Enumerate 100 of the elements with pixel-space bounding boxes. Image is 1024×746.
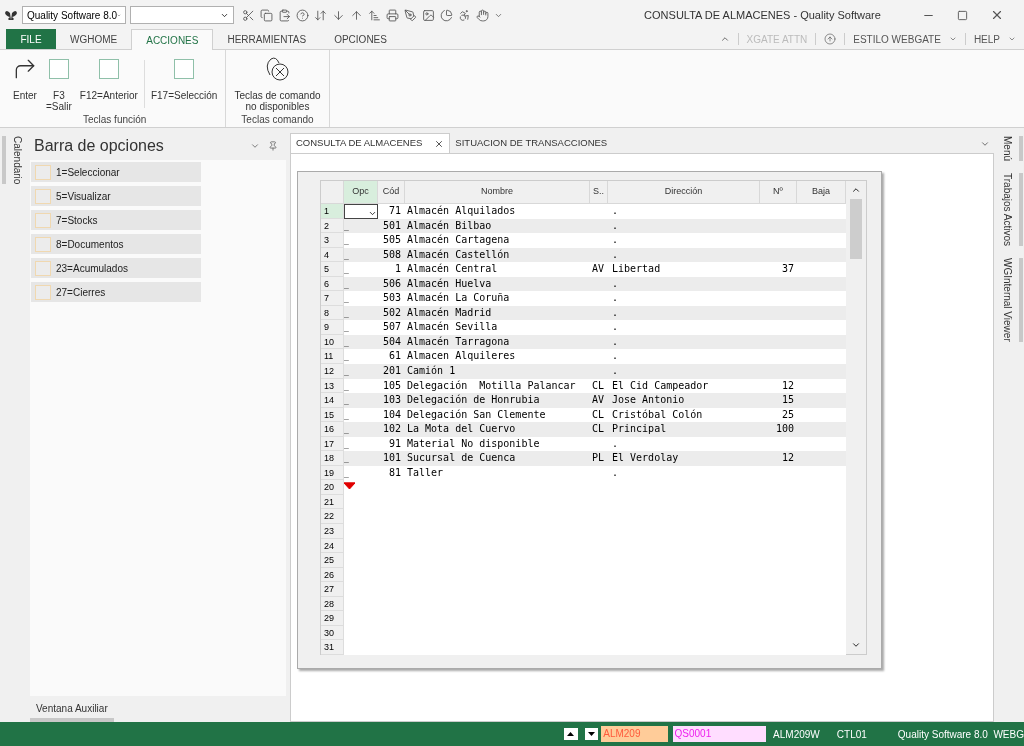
app-combo[interactable]: Quality Software 8.0 — [22, 6, 126, 24]
upload-icon[interactable] — [824, 33, 837, 45]
butterfly-logo-icon — [4, 8, 18, 22]
row-number: 29 — [321, 611, 344, 626]
table-cell-text: CL — [591, 407, 606, 422]
column-header[interactable]: Baja — [797, 181, 846, 204]
ribbon-button[interactable]: Enter — [8, 56, 42, 112]
group-label: Teclas comando — [240, 113, 315, 127]
option-button[interactable]: 1=Seleccionar — [31, 162, 201, 182]
ribbon-tab[interactable]: ACCIONES — [131, 29, 214, 50]
image-icon[interactable] — [422, 8, 435, 22]
table-cell-text: . — [611, 204, 620, 218]
paste-icon[interactable] — [278, 8, 291, 22]
scroll-up-button[interactable] — [564, 728, 578, 740]
table-cell-text: El Cid Campeador — [611, 378, 710, 393]
option-input[interactable]: _ — [344, 396, 349, 406]
close-icon[interactable] — [990, 8, 1004, 22]
style-menu[interactable]: ESTILO WEBGATE — [853, 31, 941, 47]
option-button[interactable]: 7=Stocks — [31, 210, 201, 230]
side-tab[interactable]: Menú — [995, 136, 1023, 161]
option-button[interactable]: 23=Acumulados — [31, 258, 201, 278]
option-input[interactable]: _ — [344, 308, 349, 318]
option-input[interactable]: _ — [344, 337, 349, 347]
option-button[interactable]: 8=Documentos — [31, 234, 201, 254]
pin-icon[interactable] — [268, 141, 278, 151]
arrow-up-icon[interactable] — [350, 8, 363, 22]
pie-chart-icon[interactable] — [440, 8, 453, 22]
option-input[interactable]: _ — [344, 279, 349, 289]
option-input[interactable]: _ — [344, 236, 349, 246]
ribbon-tab[interactable]: HERRAMIENTAS — [213, 29, 321, 49]
option-button[interactable]: 27=Cierres — [31, 282, 201, 302]
ribbon-button[interactable]: Teclas de comando no disponibles — [230, 56, 325, 112]
option-input[interactable]: _ — [344, 265, 349, 275]
option-input[interactable]: _ — [344, 468, 349, 478]
file-tab[interactable]: FILE — [6, 29, 56, 49]
side-tab[interactable]: WGInternal Viewer — [995, 258, 1023, 342]
maximize-icon[interactable] — [957, 9, 968, 21]
option-dropdown[interactable] — [344, 204, 378, 219]
help-menu[interactable]: HELP — [973, 31, 1000, 47]
scroll-thumb[interactable] — [850, 199, 862, 259]
ribbon-tab[interactable]: WGHOME — [56, 29, 132, 49]
screen-label: ALM209W — [773, 727, 820, 742]
column-header[interactable]: Cód — [378, 181, 405, 204]
product-label: Quality Software 8.0 WEBG — [897, 727, 1024, 742]
hand-icon[interactable] — [476, 8, 489, 22]
table-cell-text: . — [611, 276, 620, 291]
ribbon-tab[interactable]: OPCIONES — [320, 29, 401, 49]
option-input[interactable]: _ — [344, 323, 349, 333]
ribbon-button[interactable]: F17=Selección — [146, 56, 222, 112]
option-input[interactable]: _ — [344, 367, 349, 376]
option-input[interactable]: _ — [344, 425, 349, 435]
option-input[interactable]: _ — [344, 439, 349, 449]
document-tab[interactable]: SITUACION DE TRANSACCIONES — [450, 133, 613, 153]
option-input[interactable]: _ — [344, 410, 349, 420]
option-input[interactable]: _ — [344, 381, 349, 391]
close-tab-icon[interactable] — [434, 138, 445, 149]
option-input[interactable]: _ — [344, 352, 349, 362]
document-tab[interactable]: CONSULTA DE ALMACENES — [290, 133, 451, 153]
table-cell-text: . — [611, 233, 620, 248]
column-header[interactable]: Nombre — [405, 181, 590, 204]
column-header[interactable]: Nº — [760, 181, 797, 204]
printer-icon[interactable] — [386, 8, 399, 22]
table-cell-text: Almacén Huelva — [406, 276, 493, 291]
option-input[interactable]: _ — [344, 294, 349, 304]
help-icon[interactable] — [296, 8, 309, 22]
panel-title: Barra de opciones — [34, 136, 165, 156]
option-button[interactable]: 5=Visualizar — [31, 186, 201, 206]
table-cell-text: 507 — [381, 320, 402, 335]
option-input[interactable]: _ — [344, 221, 349, 231]
table-cell-text: Almacén Castellón — [406, 247, 511, 262]
table-cell-text: Almacén Cartagena — [406, 233, 511, 248]
scissors-icon[interactable] — [242, 8, 255, 22]
copy-icon[interactable] — [260, 8, 273, 22]
scroll-down-button[interactable] — [584, 728, 599, 740]
ribbon-button[interactable]: F3 =Salir — [42, 56, 76, 112]
column-header[interactable]: Opc — [344, 181, 378, 204]
scroll-up-icon[interactable] — [851, 185, 861, 195]
arrow-down-icon[interactable] — [332, 8, 345, 22]
person-icon[interactable] — [458, 8, 471, 22]
table-cell-text: Taller — [406, 465, 445, 480]
collapse-icon[interactable] — [719, 34, 730, 44]
option-input[interactable]: _ — [344, 454, 349, 464]
table-cell-text: Almacen Alquileres — [406, 349, 517, 364]
scrollbar[interactable] — [846, 181, 866, 654]
column-header[interactable]: S.. — [590, 181, 608, 204]
table-cell-text: Principal — [611, 422, 668, 437]
table-cell-text: 101 — [381, 451, 402, 466]
column-header[interactable]: Dirección — [608, 181, 760, 204]
table-cell-text: . — [611, 349, 620, 364]
side-tab[interactable]: Trabajos Activos — [995, 173, 1023, 246]
tab-list-icon[interactable] — [980, 139, 990, 149]
sort-up-icon[interactable] — [368, 8, 381, 22]
option-input[interactable]: _ — [344, 250, 349, 260]
table-cell-text: 105 — [381, 378, 402, 393]
table-cell-text: 25 — [780, 407, 795, 422]
table-cell-text: . — [611, 247, 620, 262]
ribbon-button[interactable]: F12=Anterior — [75, 56, 142, 112]
scroll-down-icon[interactable] — [851, 640, 861, 650]
pen-icon[interactable] — [404, 8, 417, 22]
sort-icon[interactable] — [314, 8, 327, 22]
